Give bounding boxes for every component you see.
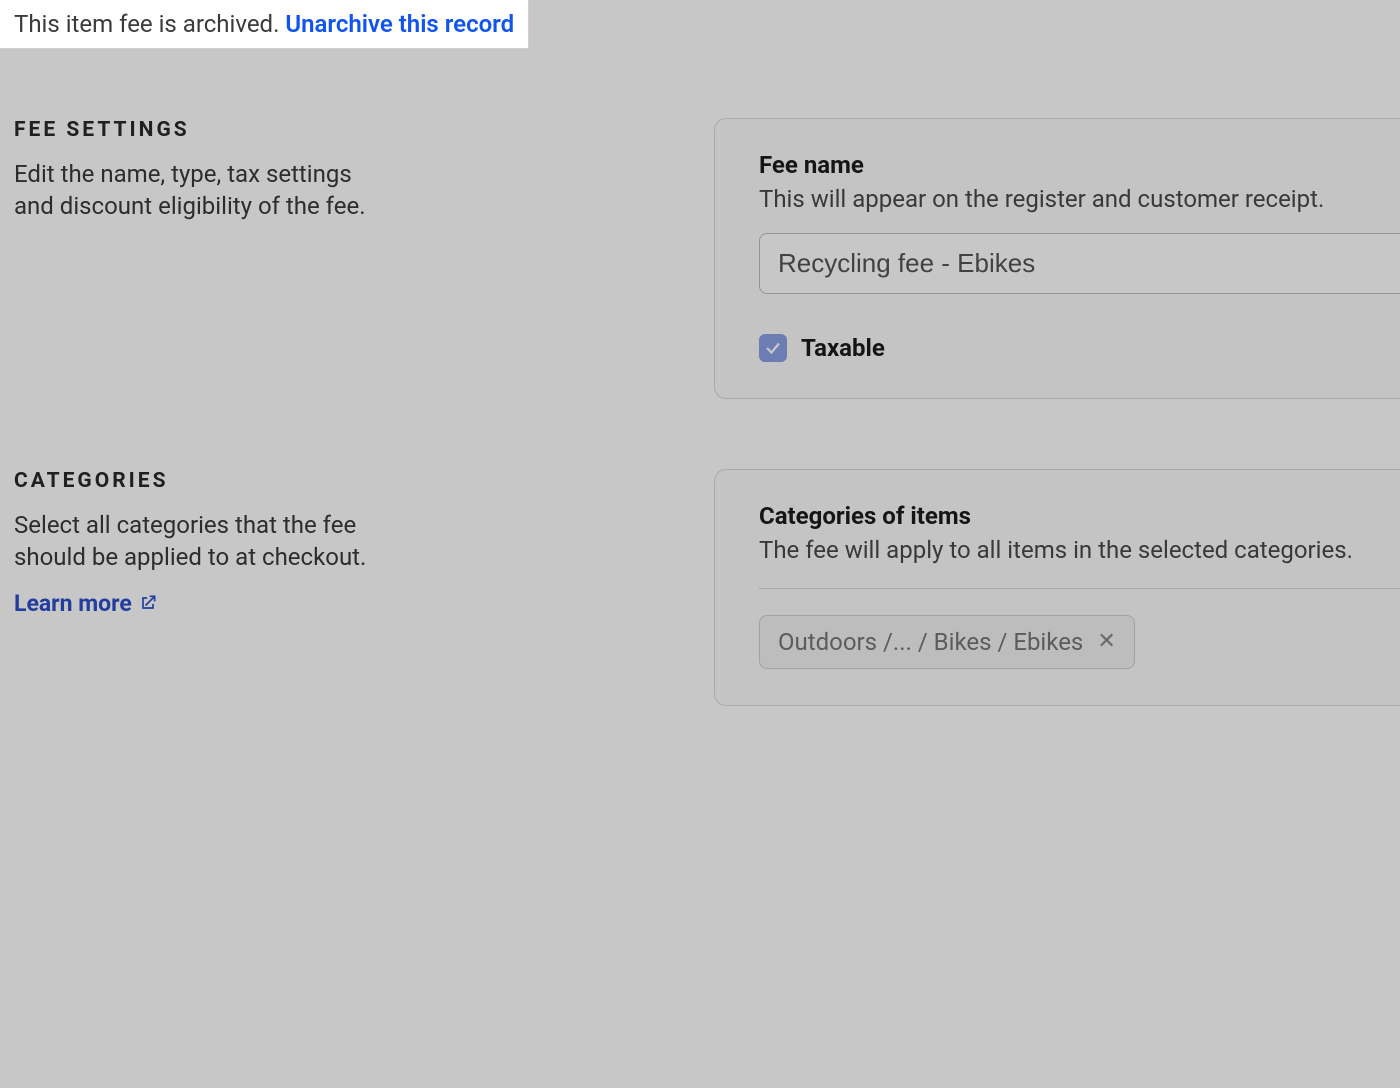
categories-description: Select all categories that the fee shoul…: [14, 509, 384, 574]
archived-message: This item fee is archived.: [14, 10, 285, 38]
archived-banner: This item fee is archived. Unarchive thi…: [0, 0, 529, 49]
fee-settings-card: Fee name This will appear on the registe…: [714, 118, 1400, 399]
check-icon: [764, 339, 782, 357]
categories-divider: [759, 588, 1400, 589]
learn-more-link[interactable]: Learn more: [14, 590, 158, 617]
unarchive-link[interactable]: Unarchive this record: [285, 10, 514, 38]
taxable-label: Taxable: [801, 334, 885, 362]
categories-card-help: The fee will apply to all items in the s…: [759, 536, 1400, 564]
fee-settings-description: Edit the name, type, tax settings and di…: [14, 158, 384, 223]
fee-settings-section: FEE SETTINGS Edit the name, type, tax se…: [0, 58, 1400, 399]
fee-name-label: Fee name: [759, 151, 1400, 179]
categories-heading: CATEGORIES: [14, 469, 674, 493]
learn-more-label: Learn more: [14, 590, 132, 617]
categories-section: CATEGORIES Select all categories that th…: [0, 399, 1400, 706]
fee-name-help: This will appear on the register and cus…: [759, 185, 1400, 213]
category-chip[interactable]: Outdoors /... / Bikes / Ebikes ✕: [759, 615, 1135, 669]
close-icon[interactable]: ✕: [1097, 631, 1115, 653]
categories-card-label: Categories of items: [759, 502, 1400, 530]
categories-card: Categories of items The fee will apply t…: [714, 469, 1400, 706]
external-link-icon: [138, 593, 158, 613]
fee-settings-heading: FEE SETTINGS: [14, 118, 674, 142]
taxable-checkbox[interactable]: [759, 334, 787, 362]
category-chip-label: Outdoors /... / Bikes / Ebikes: [778, 628, 1083, 656]
fee-name-input[interactable]: [759, 233, 1400, 294]
